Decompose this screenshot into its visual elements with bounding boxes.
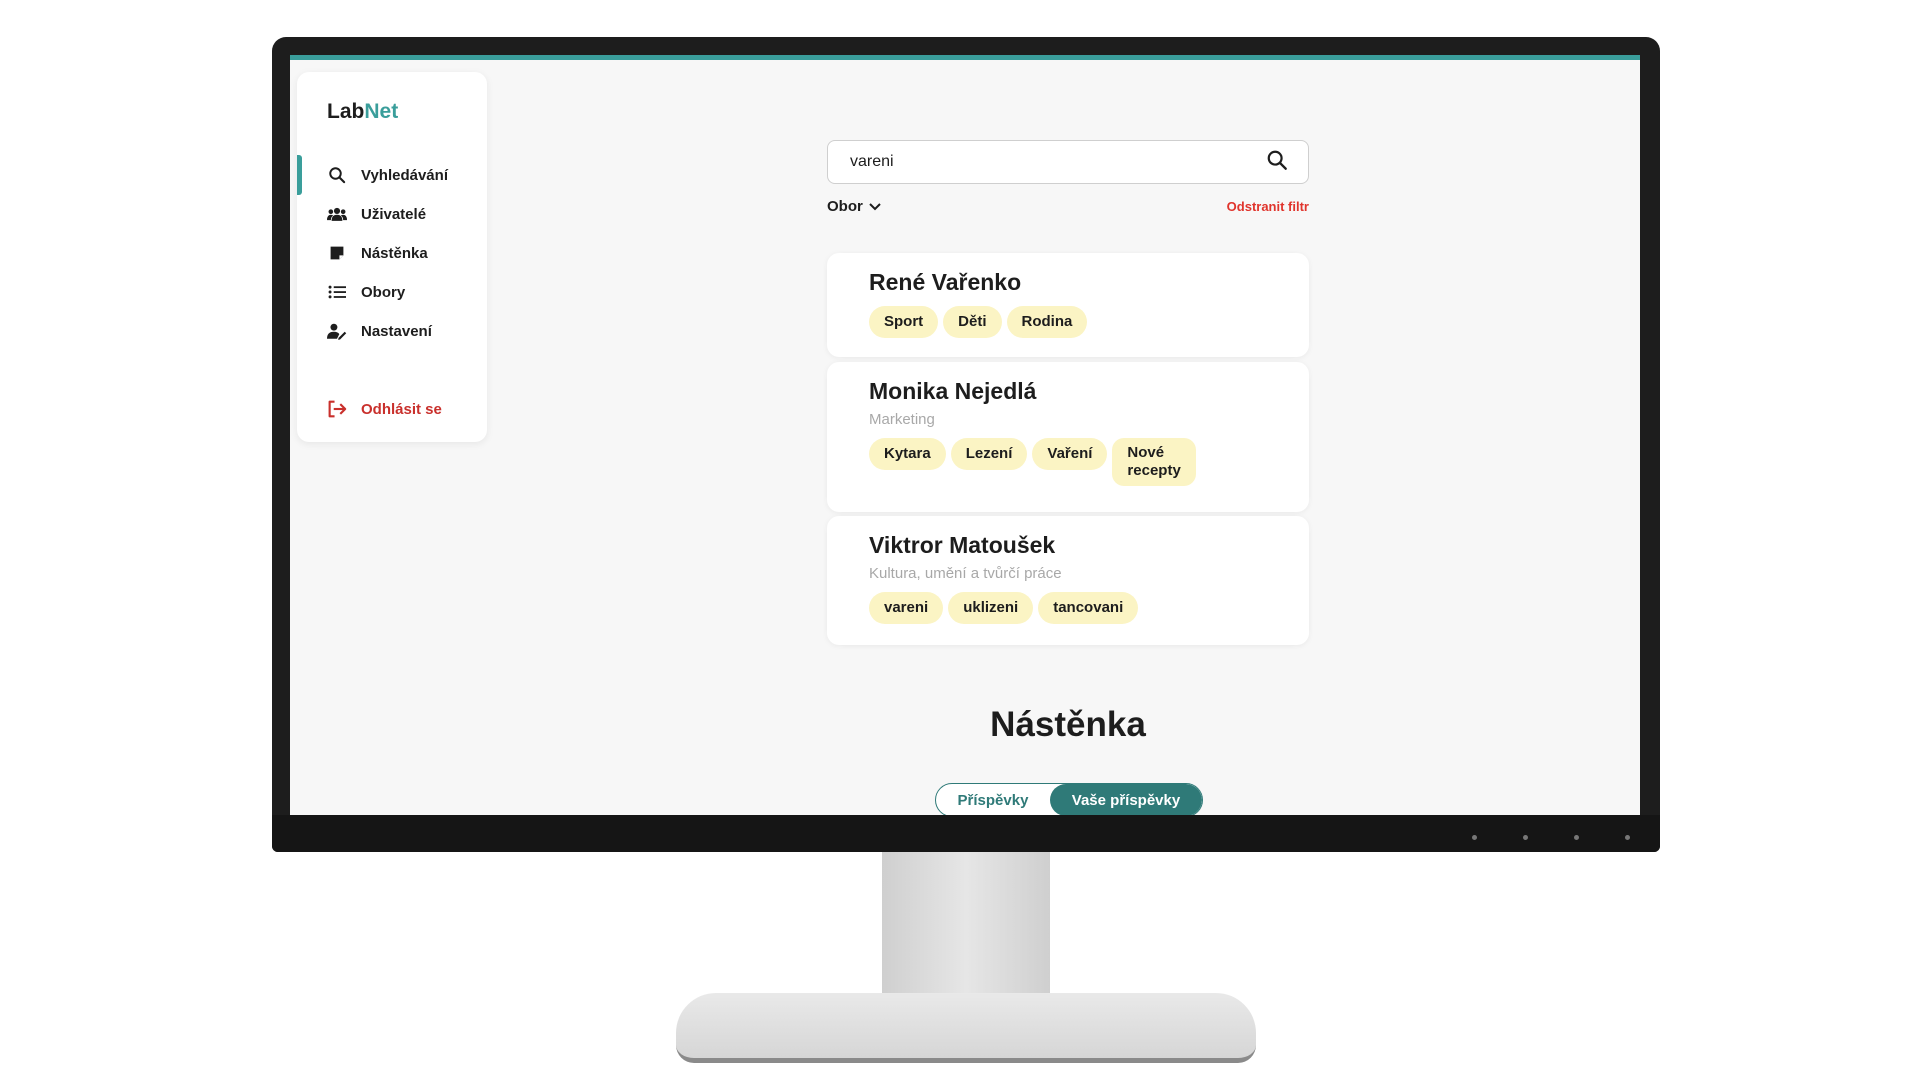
monitor-button [1523,835,1528,840]
tag[interactable]: Vaření [1032,438,1108,470]
field-filter-dropdown[interactable]: Obor [827,198,881,215]
field-filter-label: Obor [827,198,863,215]
user-name: Monika Nejedlá [869,378,1037,404]
search-box [827,140,1309,184]
note-icon [327,243,347,263]
tag[interactable]: Nové recepty [1112,438,1196,486]
chevron-down-icon [869,198,881,215]
sidebar-item-label: Obory [361,283,406,301]
search-icon[interactable] [1266,149,1288,176]
logout-label: Odhlásit se [361,400,442,418]
sidebar-item-label: Nástěnka [361,244,428,262]
monitor: LabNet Vyhledávání Uživatelé Nástěnka Ob… [272,37,1660,852]
tag-list: Kytara Lezení Vaření Nové recepty [869,438,1267,486]
tag-list: Sport Děti Rodina [869,306,1267,338]
monitor-button [1472,835,1477,840]
result-card[interactable]: Monika Nejedlá Marketing Kytara Lezení V… [827,362,1309,512]
tag[interactable]: Rodina [1006,306,1088,338]
tag[interactable]: Lezení [950,438,1028,470]
logo: LabNet [327,100,399,123]
tag[interactable]: vareni [869,592,944,624]
result-card[interactable]: René Vařenko Sport Děti Rodina [827,253,1309,357]
user-settings-icon [327,321,347,341]
sidebar-item-board[interactable]: Nástěnka [297,233,487,273]
search-input[interactable] [850,153,1266,171]
monitor-stand-base [676,993,1256,1063]
remove-filter-link[interactable]: Odstranit filtr [1227,199,1309,214]
tag[interactable]: uklizeni [948,592,1034,624]
sidebar-item-fields[interactable]: Obory [297,272,487,312]
sidebar: LabNet Vyhledávání Uživatelé Nástěnka Ob… [297,72,487,442]
sidebar-item-users[interactable]: Uživatelé [297,194,487,234]
sidebar-item-label: Uživatelé [361,205,427,223]
board-title: Nástěnka [990,705,1146,744]
tag-list: vareni uklizeni tancovani [869,592,1267,624]
filter-row: Obor Odstranit filtr [827,198,1309,220]
logout-button[interactable]: Odhlásit se [297,389,487,429]
monitor-stand-neck [882,852,1050,997]
monitor-button [1574,835,1579,840]
sidebar-item-settings[interactable]: Nastavení [297,311,487,351]
posts-toggle: Příspěvky Vaše příspěvky [935,783,1203,815]
result-card[interactable]: Viktror Matoušek Kultura, umění a tvůrčí… [827,516,1309,645]
sidebar-item-search[interactable]: Vyhledávání [297,155,487,195]
monitor-bezel [272,815,1660,852]
user-name: René Vařenko [869,269,1022,295]
tag[interactable]: Děti [943,306,1002,338]
tag[interactable]: Kytara [869,438,946,470]
power-button [1625,835,1630,840]
user-department: Marketing [869,411,935,428]
tab-your-posts[interactable]: Vaše příspěvky [1050,784,1202,815]
sidebar-item-label: Nastavení [361,322,432,340]
tag[interactable]: tancovani [1038,592,1139,624]
list-icon [327,282,347,302]
user-name: Viktror Matoušek [869,532,1056,558]
sidebar-item-label: Vyhledávání [361,166,448,184]
tab-posts[interactable]: Příspěvky [936,784,1050,815]
tag[interactable]: Sport [869,306,939,338]
user-department: Kultura, umění a tvůrčí práce [869,565,1062,582]
screen: LabNet Vyhledávání Uživatelé Nástěnka Ob… [290,55,1640,815]
users-icon [327,204,347,224]
logout-icon [327,399,347,419]
search-icon [327,165,347,185]
